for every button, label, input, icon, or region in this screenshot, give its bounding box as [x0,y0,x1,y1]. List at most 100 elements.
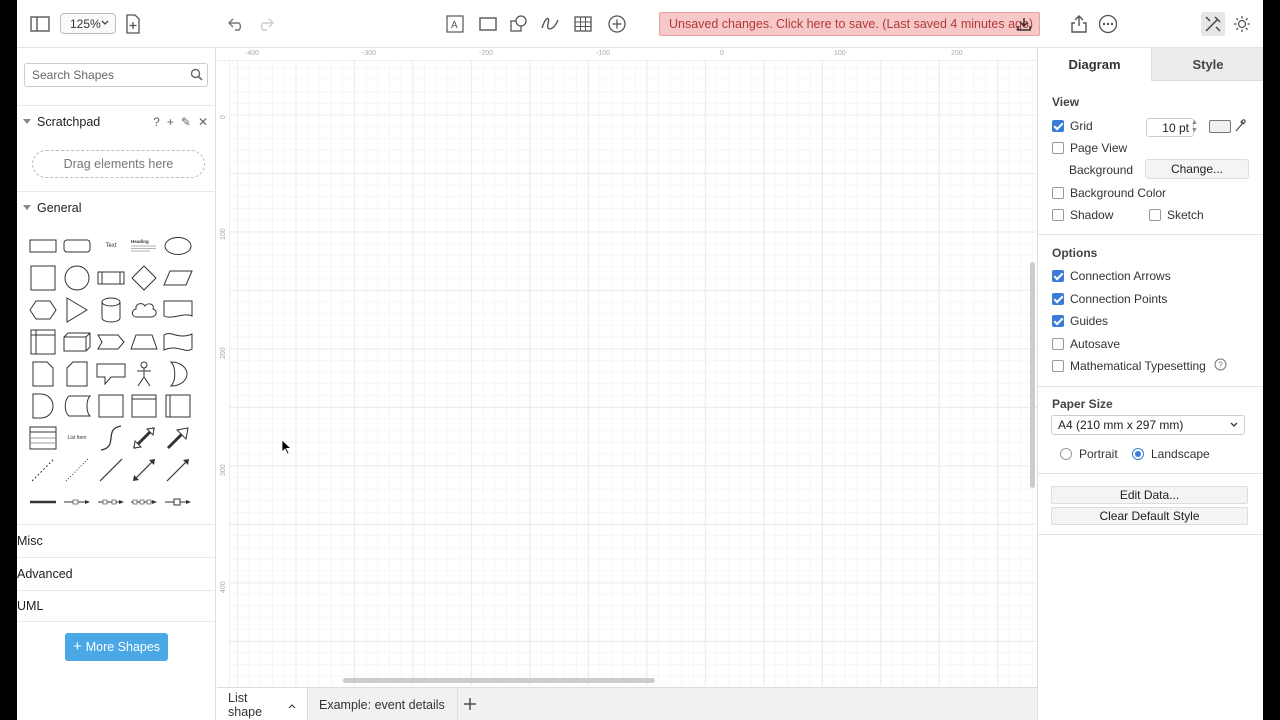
shapes-icon[interactable] [507,12,531,36]
scratchpad-drop-zone[interactable]: Drag elements here [32,150,205,178]
grid-size-input[interactable]: 10 pt [1146,118,1194,137]
chevron-up-icon[interactable] [288,698,296,712]
unsaved-changes-banner[interactable]: Unsaved changes. Click here to save. (La… [659,12,1040,36]
autosave-option[interactable]: Autosave [1052,336,1120,352]
portrait-option[interactable]: Portrait [1060,446,1118,462]
link-shape[interactable] [27,487,59,517]
connection-arrows-checkbox[interactable] [1052,270,1064,282]
search-shapes-input[interactable] [24,63,208,87]
undo-icon[interactable] [225,12,249,36]
sketch-checkbox[interactable] [1149,209,1161,221]
process-shape[interactable] [95,263,127,293]
tab-event-details[interactable]: Example: event details [308,688,458,720]
guides-checkbox[interactable] [1052,315,1064,327]
arrow-shape[interactable] [162,423,194,453]
directional-connector-shape[interactable] [162,455,194,485]
dotted-line-shape[interactable] [61,455,93,485]
data-storage-shape[interactable] [61,391,93,421]
sketch-option[interactable]: Sketch [1149,207,1204,223]
eyedropper-icon[interactable] [1234,119,1246,136]
cube-shape[interactable] [61,327,93,357]
square-shape[interactable] [27,263,59,293]
note-shape[interactable] [27,359,59,389]
edit-data-button[interactable]: Edit Data... [1051,486,1248,504]
swimlane-vertical-shape[interactable] [162,391,194,421]
redo-icon[interactable] [253,12,277,36]
diagram-canvas[interactable]: -400 -300 -200 -100 0 100 200 0 100 200 … [217,48,1037,686]
document-shape[interactable] [162,295,194,325]
text-icon[interactable]: A [443,12,467,36]
circle-shape[interactable] [61,263,93,293]
parallelogram-shape[interactable] [162,263,194,293]
list-item-shape[interactable]: List Item [61,423,93,453]
general-header[interactable]: General [17,191,216,223]
tab-diagram[interactable]: Diagram [1038,48,1151,81]
triangle-shape[interactable] [61,295,93,325]
actor-shape[interactable] [128,359,160,389]
dashed-line-shape[interactable] [27,455,59,485]
diamond-shape[interactable] [128,263,160,293]
table-icon[interactable] [571,12,595,36]
edit-icon[interactable]: ✎ [181,115,191,129]
list-shape[interactable] [27,423,59,453]
cylinder-shape[interactable] [95,295,127,325]
zoom-select[interactable]: 125% [60,13,116,34]
insert-icon[interactable] [605,12,629,36]
callout-shape[interactable] [95,359,127,389]
connection-points-checkbox[interactable] [1052,293,1064,305]
connector-label-shape[interactable] [61,487,93,517]
autosave-checkbox[interactable] [1052,338,1064,350]
tab-style[interactable]: Style [1151,48,1263,81]
scratchpad-header[interactable]: Scratchpad ? + ✎ ✕ [17,105,216,137]
rectangle-icon[interactable] [476,12,500,36]
math-typesetting-checkbox[interactable] [1052,360,1064,372]
landscape-option[interactable]: Landscape [1132,446,1210,462]
theme-icon[interactable] [1230,12,1254,36]
shadow-option[interactable]: Shadow [1052,207,1113,223]
add-icon[interactable]: + [167,115,174,129]
swimlane-horizontal-shape[interactable] [128,391,160,421]
connection-arrows-option[interactable]: Connection Arrows [1052,268,1171,284]
more-shapes-button[interactable]: + More Shapes [65,633,168,661]
page-view-checkbox[interactable] [1052,142,1064,154]
freehand-icon[interactable] [538,12,562,36]
format-icon[interactable] [1201,12,1225,36]
add-page-icon[interactable] [462,696,478,715]
card-shape[interactable] [61,359,93,389]
background-color-checkbox[interactable] [1052,187,1064,199]
or-shape[interactable] [162,359,194,389]
connector-3-labels-shape[interactable] [128,487,160,517]
shadow-checkbox[interactable] [1052,209,1064,221]
grid-color-swatch[interactable] [1209,120,1231,133]
tab-list-shape[interactable]: List shape [217,688,308,720]
line-shape[interactable] [95,455,127,485]
connector-2-labels-shape[interactable] [95,487,127,517]
more-icon[interactable] [1096,12,1120,36]
connector-symbol-shape[interactable] [162,487,194,517]
rounded-rectangle-shape[interactable] [61,231,93,261]
container-shape[interactable] [95,391,127,421]
grid-size-stepper[interactable]: ▲ ▼ [1191,119,1198,135]
help-icon[interactable]: ? [1214,358,1227,374]
internal-storage-shape[interactable] [27,327,59,357]
help-icon[interactable]: ? [153,115,160,129]
bidirectional-connector-shape[interactable] [128,455,160,485]
hexagon-shape[interactable] [27,295,59,325]
paper-size-select[interactable]: A4 (210 mm x 297 mm) [1051,415,1245,435]
heading-shape[interactable]: Heading [128,231,160,261]
sidebar-toggle-icon[interactable] [28,12,52,36]
tape-shape[interactable] [162,327,194,357]
misc-header[interactable]: Misc [17,524,1050,581]
change-background-button[interactable]: Change... [1145,159,1249,179]
background-color-option[interactable]: Background Color [1052,185,1166,201]
vertical-scrollbar[interactable] [1030,262,1035,488]
close-icon[interactable]: ✕ [198,115,208,129]
horizontal-scrollbar[interactable] [343,678,655,683]
grid-option[interactable]: Grid [1052,118,1093,134]
math-typesetting-option[interactable]: Mathematical Typesetting ? [1052,358,1227,374]
share-icon[interactable] [1067,12,1091,36]
search-icon[interactable] [190,68,203,84]
clear-default-style-button[interactable]: Clear Default Style [1051,507,1248,525]
rectangle-shape[interactable] [27,231,59,261]
trapezoid-shape[interactable] [128,327,160,357]
